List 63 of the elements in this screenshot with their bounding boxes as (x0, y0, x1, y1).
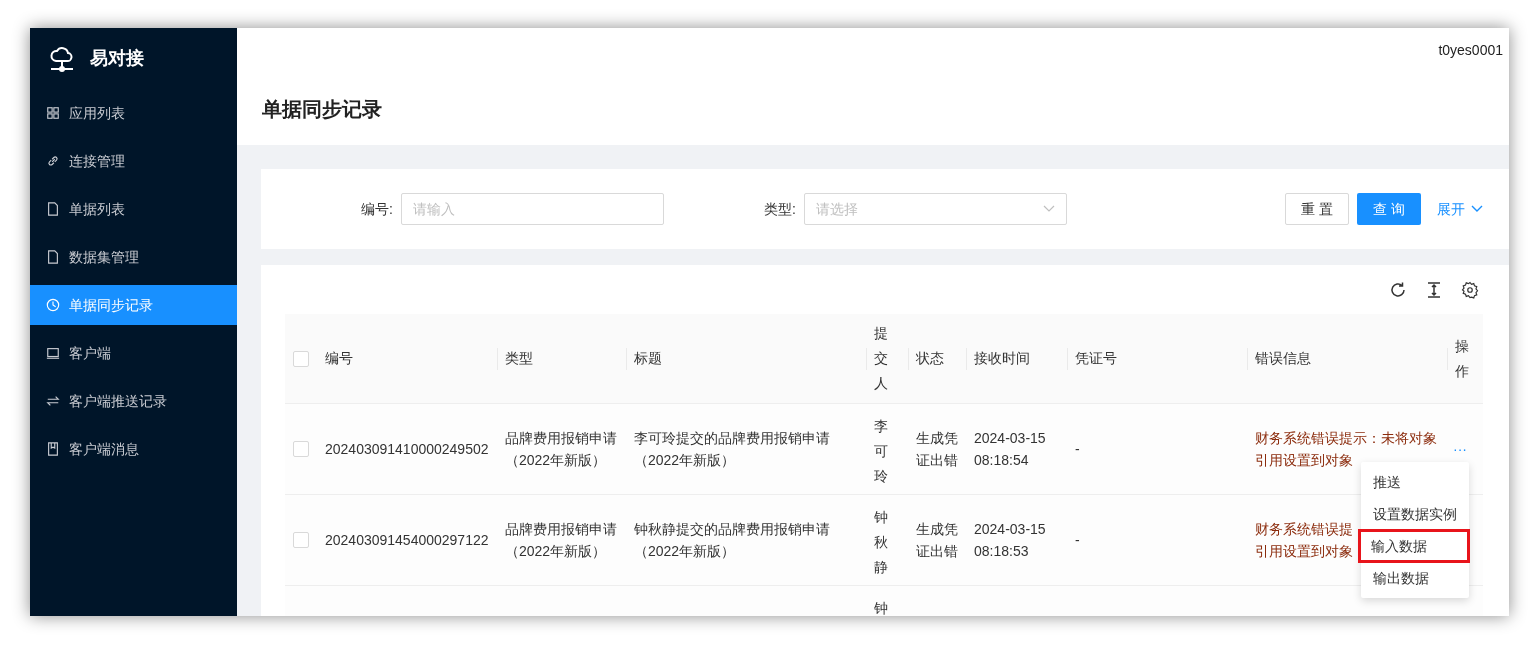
submitter-name: 李可玲 (874, 417, 888, 486)
submitter-name: 钟 (874, 599, 888, 616)
error-message-line: 财务系统错误提示：未将对象 (1255, 429, 1437, 448)
error-message-line: 引用设置到对象 (1255, 451, 1353, 470)
sidebar-item[interactable]: 连接管理 (30, 141, 237, 181)
menu-item[interactable]: 推送 (1361, 466, 1469, 498)
column-header: 接收时间 (974, 349, 1030, 368)
document-type: 品牌费用报销申请（2022年新版） (505, 429, 618, 470)
checkbox[interactable] (293, 532, 309, 548)
field-label: 编号: (361, 199, 393, 219)
status-text: 生成凭证出错 (916, 520, 958, 561)
menu-item[interactable]: 设置数据实例 (1361, 498, 1469, 530)
record-number: 202403091454000297122 (325, 531, 489, 550)
record-title: 钟秋静提交的品牌费用报销申请（2022年新版） (634, 520, 831, 561)
column-header: 状态 (916, 349, 944, 368)
column-header: 类型 (505, 349, 533, 368)
column-header: 编号 (325, 349, 353, 368)
user-name[interactable]: t0yes0001 (1438, 40, 1503, 61)
document-type: 品牌费用报销申请（2022年新版） (505, 520, 618, 561)
record-title: 李可玲提交的品牌费用报销申请（2022年新版） (634, 429, 831, 470)
chevron-down-icon (1471, 205, 1483, 213)
sidebar-item[interactable]: 客户端 (30, 333, 237, 373)
column-header: 标题 (634, 349, 662, 368)
clock-icon (46, 298, 60, 312)
sidebar-item[interactable]: 单据列表 (30, 189, 237, 229)
number-input[interactable]: 请输入 (400, 193, 664, 225)
chevron-down-icon (1042, 205, 1055, 213)
record-number: 202403091410000249502 (325, 440, 489, 459)
refresh-icon[interactable] (1389, 280, 1407, 299)
column-header: 提交人 (874, 324, 888, 393)
cloud-network-logo-icon (48, 44, 76, 73)
reset-button[interactable]: 重 置 (1285, 193, 1349, 225)
app-name: 易对接 (90, 47, 144, 70)
settings-icon[interactable] (1461, 280, 1479, 299)
received-time: 2024-03-15 08:18:53 (974, 520, 1047, 561)
submitter-name: 钟秋静 (874, 508, 888, 577)
column-header: 操作 (1455, 336, 1469, 381)
sidebar-item[interactable]: 应用列表 (30, 93, 237, 133)
checkbox[interactable] (293, 441, 309, 457)
status-text: 生成凭证出错 (916, 429, 958, 470)
field-label: 类型: (763, 199, 796, 219)
voucher-number: - (1075, 531, 1080, 550)
swap-icon (46, 394, 60, 408)
error-message-line: 财务系统错误提 (1255, 520, 1353, 539)
row-height-icon[interactable] (1425, 280, 1443, 299)
sidebar-item[interactable]: 数据集管理 (30, 237, 237, 277)
laptop-icon (46, 346, 60, 360)
menu-item[interactable]: 输出数据 (1361, 562, 1469, 594)
document-icon (46, 202, 60, 216)
voucher-number: - (1075, 440, 1080, 459)
column-header: 凭证号 (1075, 349, 1117, 368)
link-icon (46, 154, 60, 168)
page-title: 单据同步记录 (262, 97, 382, 122)
received-time: 2024-03-15 08:18:54 (974, 429, 1047, 470)
column-header: 错误信息 (1255, 349, 1311, 368)
sidebar-item[interactable]: 客户端推送记录 (30, 381, 237, 421)
checkbox[interactable] (293, 350, 309, 367)
document-icon (46, 250, 60, 264)
error-message-line: 引用设置到对象 (1255, 542, 1353, 561)
book-icon (46, 442, 60, 456)
sidebar-item[interactable]: 客户端消息 (30, 429, 237, 469)
grid-icon (46, 106, 60, 120)
menu-item[interactable]: 输入数据 (1359, 530, 1469, 562)
